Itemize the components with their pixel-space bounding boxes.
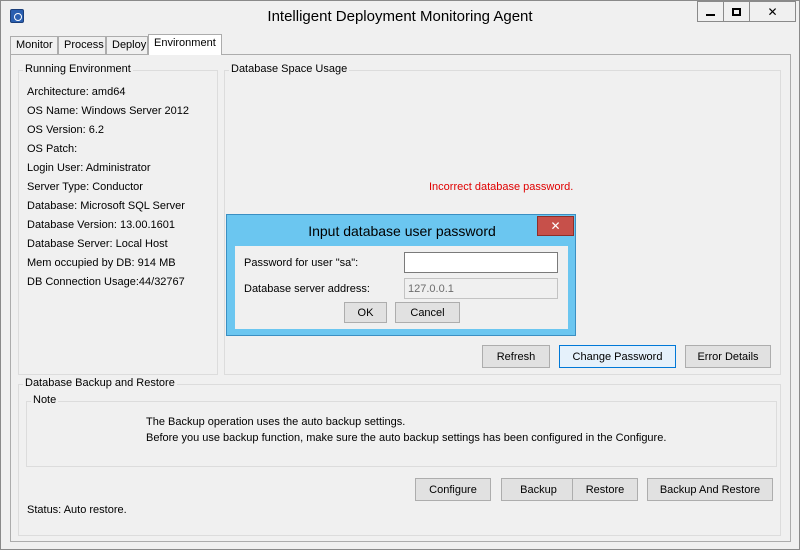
password-dialog: Input database user password ✕ Password … [226, 214, 576, 336]
close-icon: ✕ [767, 4, 778, 19]
backup-restore-title: Database Backup and Restore [23, 377, 177, 389]
change-password-button[interactable]: Change Password [559, 345, 676, 368]
status-text: Status: Auto restore. [27, 504, 127, 516]
dialog-close-button[interactable]: ✕ [537, 216, 574, 236]
password-label: Password for user "sa": [244, 257, 359, 269]
backup-and-restore-button[interactable]: Backup And Restore [647, 478, 773, 501]
tab-monitor[interactable]: Monitor [10, 36, 58, 54]
restore-button[interactable]: Restore [572, 478, 638, 501]
error-details-button[interactable]: Error Details [685, 345, 771, 368]
note-title: Note [31, 394, 59, 406]
env-os-name: OS Name: Windows Server 2012 [27, 105, 190, 117]
address-label: Database server address: [244, 283, 370, 295]
dialog-body: Password for user "sa": Database server … [235, 246, 568, 329]
space-usage-title: Database Space Usage [229, 63, 350, 75]
env-server-type: Server Type: Conductor [27, 181, 143, 193]
dialog-title: Input database user password [308, 223, 496, 239]
maximize-button[interactable] [723, 1, 750, 22]
configure-button[interactable]: Configure [415, 478, 491, 501]
server-address-input [404, 278, 558, 299]
env-login-user: Login User: Administrator [27, 162, 151, 174]
close-window-button[interactable]: ✕ [749, 1, 796, 22]
env-architecture: Architecture: amd64 [27, 86, 126, 98]
tab-environment[interactable]: Environment [148, 34, 222, 55]
main-window: Intelligent Deployment Monitoring Agent … [0, 0, 800, 550]
env-database: Database: Microsoft SQL Server [27, 200, 185, 212]
note-group: Note The Backup operation uses the auto … [26, 394, 777, 467]
cancel-button[interactable]: Cancel [395, 302, 460, 323]
env-mem-occupied: Mem occupied by DB: 914 MB [27, 257, 176, 269]
backup-button[interactable]: Backup [501, 478, 576, 501]
close-icon: ✕ [550, 219, 561, 233]
running-environment-group: Running Environment Architecture: amd64 … [18, 63, 218, 375]
note-line-2: Before you use backup function, make sur… [146, 432, 667, 444]
window-title: Intelligent Deployment Monitoring Agent [267, 8, 533, 25]
title-bar[interactable]: Intelligent Deployment Monitoring Agent … [1, 1, 799, 31]
ok-button[interactable]: OK [344, 302, 387, 323]
env-database-server: Database Server: Local Host [27, 238, 168, 250]
backup-restore-group: Database Backup and Restore Note The Bac… [18, 377, 781, 536]
tab-deploy[interactable]: Deploy [106, 36, 148, 54]
tab-process[interactable]: Process [58, 36, 106, 54]
password-input[interactable] [404, 252, 558, 273]
note-line-1: The Backup operation uses the auto backu… [146, 416, 406, 428]
env-os-version: OS Version: 6.2 [27, 124, 105, 136]
maximize-icon [732, 7, 741, 16]
running-environment-title: Running Environment [23, 63, 133, 75]
minimize-icon [706, 13, 715, 16]
env-db-connection-usage: DB Connection Usage:44/32767 [27, 276, 185, 288]
error-message: Incorrect database password. [429, 181, 574, 193]
refresh-button[interactable]: Refresh [482, 345, 550, 368]
env-database-version: Database Version: 13.00.1601 [27, 219, 176, 231]
minimize-button[interactable] [697, 1, 724, 22]
env-os-patch: OS Patch: [27, 143, 78, 155]
